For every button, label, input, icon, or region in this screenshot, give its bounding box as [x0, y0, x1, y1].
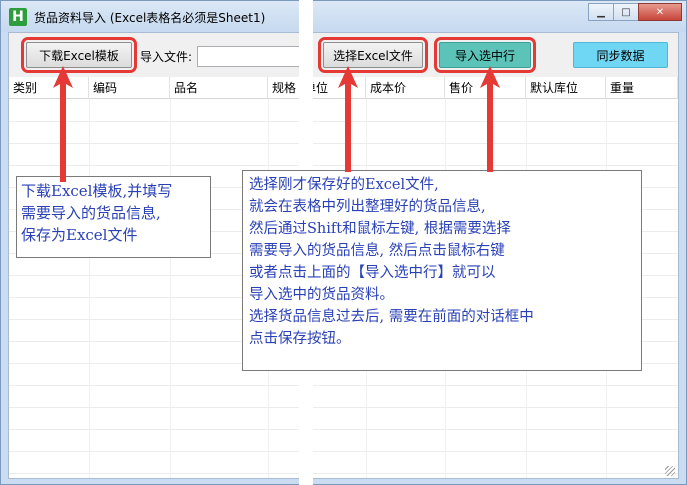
window-controls: ▁ □ ✕	[588, 3, 682, 21]
sync-data-button[interactable]: 同步数据	[573, 42, 668, 68]
arrow-up-icon	[53, 66, 73, 182]
annotation-line: 然后通过Shift和鼠标左键, 根据需要选择	[249, 221, 511, 237]
annotation-line: 点击保存按钮。	[249, 331, 351, 347]
column-header[interactable]: 默认库位	[526, 77, 606, 99]
column-header[interactable]: 品名	[170, 77, 268, 99]
grid-column-line	[89, 99, 90, 478]
grid-row-line	[9, 407, 678, 408]
minimize-icon[interactable]: ▁	[588, 3, 614, 21]
annotation-line: 选择货品信息过去后, 需要在前面的对话框中	[249, 309, 534, 325]
annotation-line: 需要导入的货品信息, 然后点击鼠标右键	[249, 243, 505, 259]
resize-grip-icon[interactable]	[665, 466, 675, 476]
column-header[interactable]: 编码	[89, 77, 170, 99]
close-icon[interactable]: ✕	[638, 3, 682, 21]
right-annotation: 选择刚才保存好的Excel文件, 就会在表格中列出整理好的货品信息, 然后通过S…	[242, 170, 642, 371]
arrow-up-icon	[480, 66, 500, 172]
annotation-line: 选择刚才保存好的Excel文件,	[249, 177, 439, 193]
import-file-input[interactable]	[197, 46, 307, 67]
title-bar[interactable]: H 货品资料导入 (Excel表格名必须是Sheet1) ▁ □ ✕	[1, 1, 686, 32]
grid-row-line	[9, 473, 678, 474]
annotation-line: 就会在表格中列出整理好的货品信息,	[249, 199, 486, 215]
column-header[interactable]: 类别	[9, 77, 89, 99]
maximize-icon[interactable]: □	[613, 3, 639, 21]
annotation-line: 需要导入的货品信息,	[21, 204, 161, 222]
download-template-button[interactable]: 下载Excel模板	[21, 37, 137, 73]
column-header[interactable]: 规格	[268, 77, 300, 99]
annotation-line: 或者点击上面的【导入选中行】就可以	[249, 265, 496, 281]
annotation-line: 保存为Excel文件	[21, 226, 138, 244]
column-header[interactable]: 成本价	[366, 77, 445, 99]
select-excel-button[interactable]: 选择Excel文件	[318, 37, 428, 73]
annotation-line: 下载Excel模板,并填写	[21, 182, 173, 200]
grid-column-line	[170, 99, 171, 478]
grid-row-line	[9, 385, 678, 386]
grid-row-line	[9, 451, 678, 452]
app-icon: H	[9, 8, 27, 26]
column-header[interactable]: 重量	[606, 77, 678, 99]
arrow-up-icon	[338, 66, 358, 172]
window-title: 货品资料导入 (Excel表格名必须是Sheet1)	[34, 11, 266, 25]
import-selected-button[interactable]: 导入选中行	[434, 37, 536, 73]
grid-row-line	[9, 429, 678, 430]
annotation-line: 导入选中的货品资料。	[249, 287, 394, 303]
import-file-label: 导入文件:	[140, 50, 193, 64]
left-annotation: 下载Excel模板,并填写 需要导入的货品信息, 保存为Excel文件	[16, 176, 211, 258]
